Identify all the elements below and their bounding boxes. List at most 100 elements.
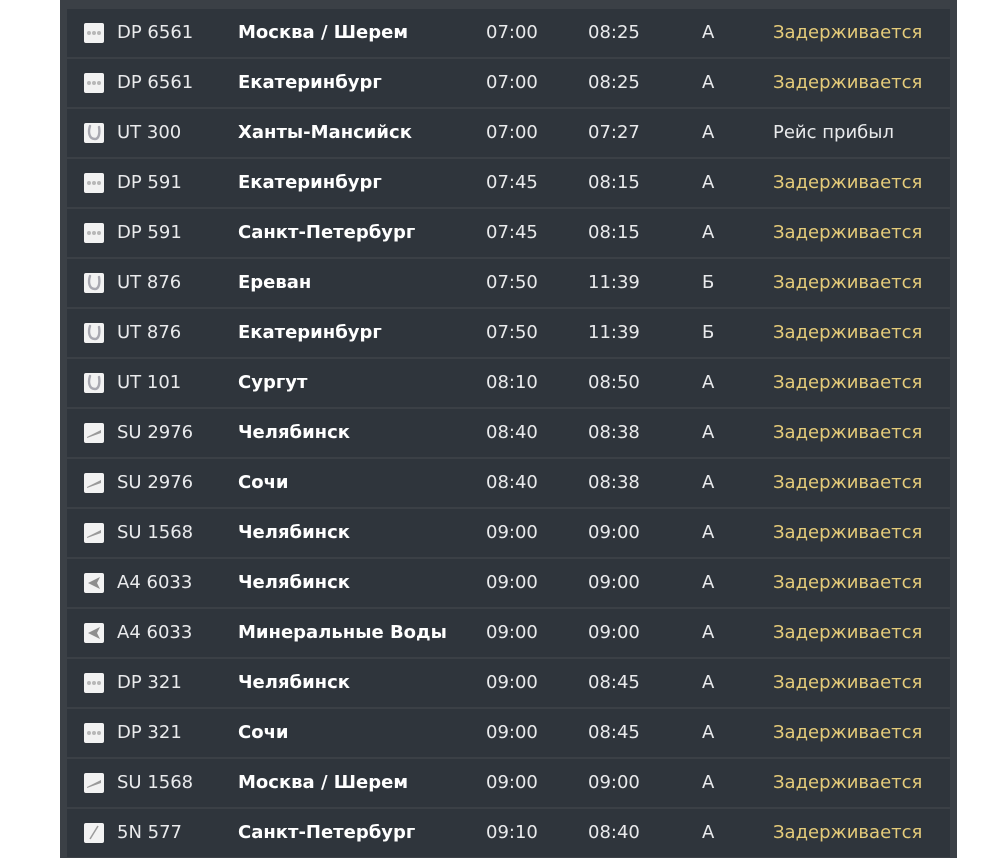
scheduled-time: 07:50	[486, 272, 538, 293]
flight-board: DP 6561 Москва / Шерем 07:00 08:25 A Зад…	[60, 0, 957, 858]
destination-city: Екатеринбург	[238, 322, 382, 343]
airline-feather-icon	[84, 823, 104, 843]
actual-time: 07:27	[588, 122, 640, 143]
airline-stripe-icon	[84, 523, 104, 543]
flight-row[interactable]: DP 321 Сочи 09:00 08:45 A Задерживается	[67, 709, 950, 757]
terminal: A	[702, 472, 715, 493]
airline-stripe-icon	[84, 423, 104, 443]
actual-time: 08:40	[588, 822, 640, 843]
flight-number: UT 300	[117, 122, 182, 143]
terminal: A	[702, 422, 715, 443]
airline-u-icon	[84, 123, 104, 143]
flight-row[interactable]: UT 876 Екатеринбург 07:50 11:39 Б Задерж…	[67, 309, 950, 357]
flight-row[interactable]: DP 591 Екатеринбург 07:45 08:15 A Задерж…	[67, 159, 950, 207]
terminal: A	[702, 822, 715, 843]
scheduled-time: 08:40	[486, 422, 538, 443]
terminal: Б	[702, 272, 715, 293]
terminal: A	[702, 672, 715, 693]
actual-time: 11:39	[588, 272, 640, 293]
actual-time: 08:38	[588, 472, 640, 493]
airline-dots-icon	[84, 673, 104, 693]
scheduled-time: 07:50	[486, 322, 538, 343]
destination-city: Челябинск	[238, 422, 350, 443]
flight-row[interactable]: DP 321 Челябинск 09:00 08:45 A Задержива…	[67, 659, 950, 707]
flight-number: DP 6561	[117, 72, 194, 93]
flight-number: UT 876	[117, 322, 182, 343]
airline-stripe-icon	[84, 473, 104, 493]
flight-row[interactable]: A4 6033 Челябинск 09:00 09:00 A Задержив…	[67, 559, 950, 607]
destination-city: Сочи	[238, 722, 289, 743]
flight-row[interactable]: DP 591 Санкт-Петербург 07:45 08:15 A Зад…	[67, 209, 950, 257]
flight-number: DP 321	[117, 672, 182, 693]
actual-time: 11:39	[588, 322, 640, 343]
airline-u-icon	[84, 323, 104, 343]
scheduled-time: 08:10	[486, 372, 538, 393]
flight-number: SU 1568	[117, 772, 194, 793]
flight-row[interactable]: SU 2976 Челябинск 08:40 08:38 A Задержив…	[67, 409, 950, 457]
flight-number: UT 876	[117, 272, 182, 293]
scheduled-time: 09:00	[486, 522, 538, 543]
destination-city: Минеральные Воды	[238, 622, 447, 643]
scheduled-time: 07:45	[486, 222, 538, 243]
flight-status: Задерживается	[773, 622, 923, 643]
airline-dots-icon	[84, 73, 104, 93]
terminal: A	[702, 122, 715, 143]
airline-dots-icon	[84, 223, 104, 243]
actual-time: 08:25	[588, 72, 640, 93]
flight-number: SU 1568	[117, 522, 194, 543]
airline-u-icon	[84, 273, 104, 293]
terminal: A	[702, 22, 715, 43]
destination-city: Челябинск	[238, 522, 350, 543]
terminal: A	[702, 622, 715, 643]
flight-status: Задерживается	[773, 772, 923, 793]
scheduled-time: 09:00	[486, 622, 538, 643]
scheduled-time: 09:00	[486, 772, 538, 793]
flight-row[interactable]: SU 1568 Челябинск 09:00 09:00 A Задержив…	[67, 509, 950, 557]
flight-status: Задерживается	[773, 72, 923, 93]
flight-row[interactable]: UT 101 Сургут 08:10 08:50 A Задерживаетс…	[67, 359, 950, 407]
flight-status: Задерживается	[773, 272, 923, 293]
flight-number: DP 6561	[117, 22, 194, 43]
actual-time: 08:45	[588, 722, 640, 743]
actual-time: 08:15	[588, 172, 640, 193]
terminal: A	[702, 172, 715, 193]
flight-number: SU 2976	[117, 422, 194, 443]
terminal: A	[702, 522, 715, 543]
terminal: Б	[702, 322, 715, 343]
flight-list: DP 6561 Москва / Шерем 07:00 08:25 A Зад…	[67, 9, 950, 858]
scheduled-time: 09:00	[486, 722, 538, 743]
terminal: A	[702, 722, 715, 743]
destination-city: Ереван	[238, 272, 312, 293]
flight-row[interactable]: UT 300 Ханты-Мансийск 07:00 07:27 A Рейс…	[67, 109, 950, 157]
destination-city: Екатеринбург	[238, 72, 382, 93]
flight-status: Задерживается	[773, 22, 923, 43]
destination-city: Сургут	[238, 372, 308, 393]
airline-dots-icon	[84, 173, 104, 193]
flight-status: Задерживается	[773, 572, 923, 593]
flight-status: Рейс прибыл	[773, 122, 894, 143]
terminal: A	[702, 772, 715, 793]
destination-city: Ханты-Мансийск	[238, 122, 412, 143]
flight-status: Задерживается	[773, 172, 923, 193]
scheduled-time: 07:45	[486, 172, 538, 193]
flight-row[interactable]: SU 2976 Сочи 08:40 08:38 A Задерживается	[67, 459, 950, 507]
scheduled-time: 08:40	[486, 472, 538, 493]
flight-status: Задерживается	[773, 322, 923, 343]
flight-row[interactable]: DP 6561 Екатеринбург 07:00 08:25 A Задер…	[67, 59, 950, 107]
flight-row[interactable]: 5N 577 Санкт-Петербург 09:10 08:40 A Зад…	[67, 809, 950, 857]
terminal: A	[702, 572, 715, 593]
flight-row[interactable]: UT 876 Ереван 07:50 11:39 Б Задерживаетс…	[67, 259, 950, 307]
flight-number: SU 2976	[117, 472, 194, 493]
flight-number: 5N 577	[117, 822, 182, 843]
actual-time: 09:00	[588, 772, 640, 793]
flight-status: Задерживается	[773, 222, 923, 243]
flight-status: Задерживается	[773, 472, 923, 493]
flight-row[interactable]: SU 1568 Москва / Шерем 09:00 09:00 A Зад…	[67, 759, 950, 807]
scheduled-time: 07:00	[486, 72, 538, 93]
scheduled-time: 07:00	[486, 122, 538, 143]
flight-row[interactable]: DP 6561 Москва / Шерем 07:00 08:25 A Зад…	[67, 9, 950, 57]
flight-status: Задерживается	[773, 372, 923, 393]
destination-city: Санкт-Петербург	[238, 222, 416, 243]
flight-row[interactable]: A4 6033 Минеральные Воды 09:00 09:00 A З…	[67, 609, 950, 657]
destination-city: Сочи	[238, 472, 289, 493]
